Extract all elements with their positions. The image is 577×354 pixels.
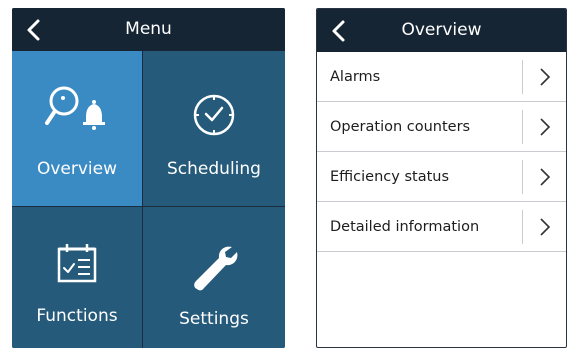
tile-functions-label: Functions (36, 306, 118, 326)
wrench-icon (194, 246, 238, 291)
overview-title: Overview (401, 20, 482, 40)
list-item-detailed-information[interactable]: Detailed information (317, 202, 566, 252)
overview-header: Overview (317, 9, 566, 52)
chevron-right-icon (540, 168, 551, 186)
menu-header: Menu (12, 8, 285, 51)
list-item-label: Operation counters (330, 119, 471, 135)
tile-settings[interactable]: Settings (143, 207, 285, 348)
list-item-label: Efficiency status (330, 169, 450, 185)
divider (522, 160, 523, 194)
chevron-right-icon (540, 118, 551, 136)
overview-icon (45, 86, 105, 130)
list-item-operation-counters[interactable]: Operation counters (317, 102, 566, 152)
list-item-alarms[interactable]: Alarms (317, 52, 566, 102)
chevron-right-icon (540, 68, 551, 86)
tile-overview[interactable]: Overview (12, 51, 142, 206)
list-item-label: Detailed information (330, 219, 480, 235)
menu-screen: Menu Overview Scheduling Functions Setti… (12, 8, 285, 348)
overview-list: Alarms Operation counters Efficiency sta… (317, 52, 566, 252)
divider (522, 110, 523, 144)
tile-overview-label: Overview (36, 159, 118, 179)
tile-functions[interactable]: Functions (12, 207, 142, 348)
list-item-label: Alarms (330, 69, 381, 85)
tile-settings-label: Settings (179, 309, 249, 329)
menu-title: Menu (125, 19, 172, 39)
divider (522, 60, 523, 94)
tile-scheduling[interactable]: Scheduling (143, 51, 285, 206)
divider (522, 210, 523, 244)
chevron-right-icon (540, 218, 551, 236)
overview-screen: Overview Alarms Operation counters Effic… (316, 8, 567, 348)
list-item-efficiency-status[interactable]: Efficiency status (317, 152, 566, 202)
clock-icon (193, 94, 235, 136)
calendar-checklist-icon (57, 244, 97, 283)
tile-scheduling-label: Scheduling (167, 159, 261, 179)
